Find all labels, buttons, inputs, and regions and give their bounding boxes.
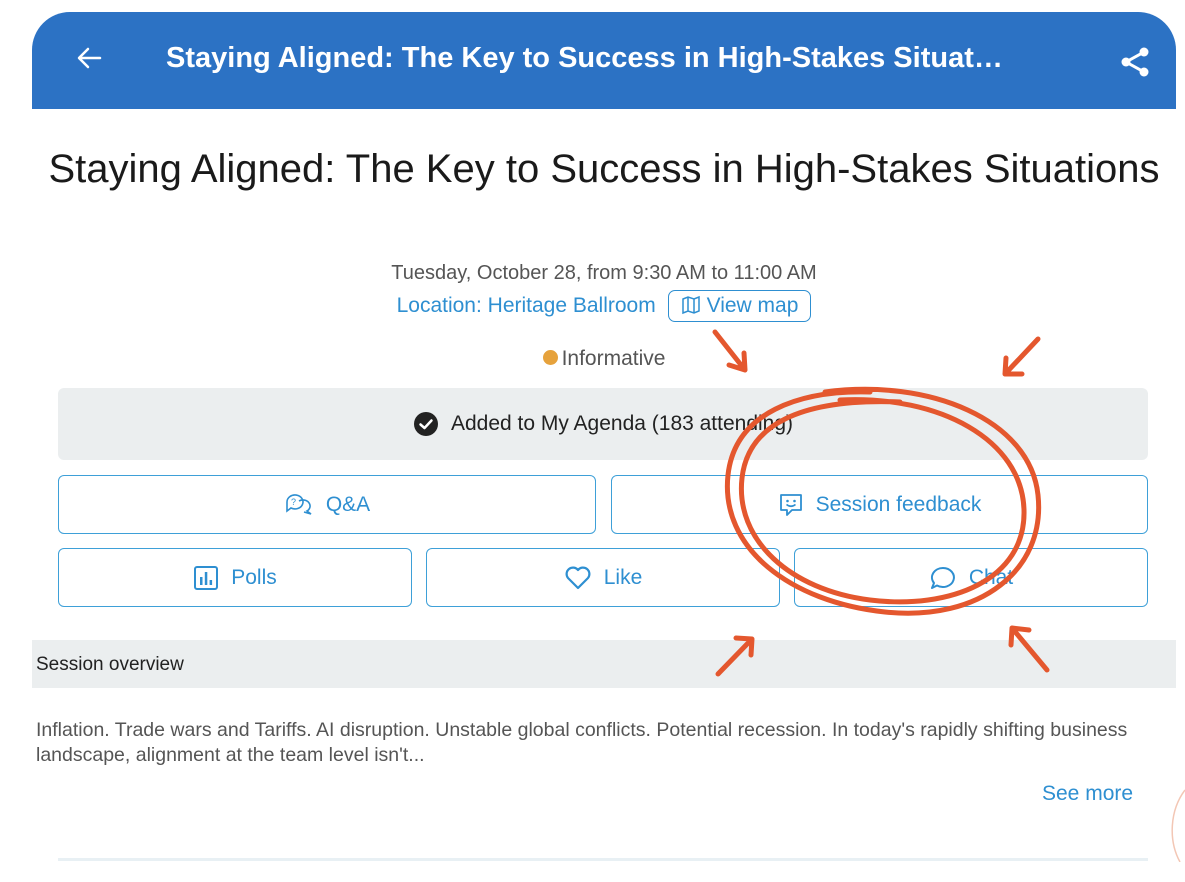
session-screen: Staying Aligned: The Key to Success in H… [32,12,1176,882]
qa-icon: ? [286,493,312,515]
qa-button[interactable]: ? Q&A [58,475,596,534]
map-icon [681,295,700,315]
agenda-status-bar[interactable]: Added to My Agenda (183 attending) [58,388,1148,460]
see-more-link[interactable]: See more [1042,782,1133,806]
app-bar: Staying Aligned: The Key to Success in H… [32,12,1176,109]
session-feedback-label: Session feedback [815,492,982,516]
tag-label: Informative [561,347,666,370]
agenda-status-text: Added to My Agenda (183 attending) [450,412,794,435]
heart-icon [565,566,591,589]
session-feedback-button[interactable]: Session feedback [611,475,1148,534]
view-map-button[interactable]: View map [667,290,812,322]
like-label: Like [603,565,643,589]
feedback-icon [779,493,802,516]
session-overview-header: Session overview [32,640,1176,688]
qa-label: Q&A [325,492,371,516]
like-button[interactable]: Like [426,548,780,607]
chat-button[interactable]: Chat [794,548,1148,607]
session-time: Tuesday, October 28, from 9:30 AM to 11:… [391,262,817,284]
view-map-label: View map [706,294,799,317]
chat-label: Chat [968,565,1014,589]
session-title: Staying Aligned: The Key to Success in H… [48,147,1160,191]
back-arrow-icon[interactable] [74,38,106,78]
session-overview-text: Inflation. Trade wars and Tariffs. AI di… [36,719,1128,766]
check-circle-icon [413,412,438,436]
session-tag: Informative [32,347,1176,371]
chat-icon [930,566,955,589]
polls-label: Polls [231,565,277,589]
divider [58,858,1148,861]
tag-dot [542,350,558,365]
polls-icon [194,565,219,590]
svg-text:?: ? [291,497,296,507]
share-icon[interactable] [1119,46,1151,78]
location-row: Location: Heritage Ballroom View map [32,290,1176,322]
location-link[interactable]: Location: Heritage Ballroom [397,294,656,317]
app-bar-title: Staying Aligned: The Key to Success in H… [166,42,1003,74]
polls-button[interactable]: Polls [58,548,412,607]
